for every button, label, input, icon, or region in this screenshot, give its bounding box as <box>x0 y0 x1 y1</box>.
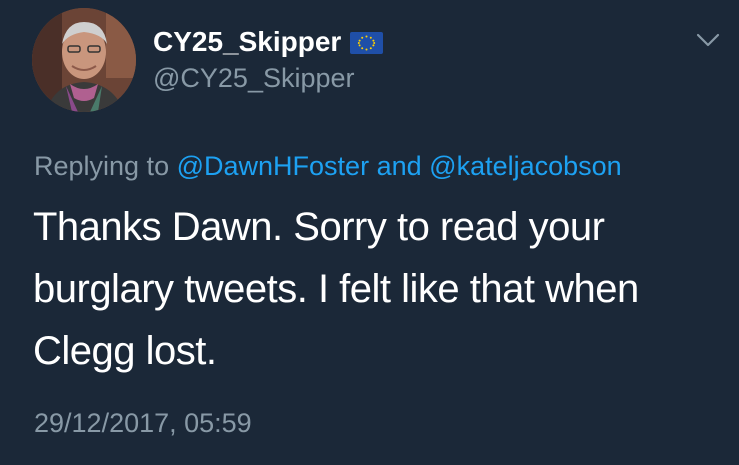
tweet-card: CY25_Skipper @CY25_Skipper Replying to @… <box>0 0 739 465</box>
author-handle[interactable]: @CY25_Skipper <box>153 62 355 94</box>
avatar[interactable] <box>32 8 136 112</box>
eu-flag-icon <box>350 32 384 54</box>
tweet-body-text: Thanks Dawn. Sorry to read your burglary… <box>33 205 639 373</box>
avatar-image <box>32 8 136 112</box>
replying-to-label: Replying to <box>34 151 170 181</box>
reply-conjunction[interactable]: and <box>377 151 422 181</box>
chevron-down-icon[interactable] <box>693 28 723 52</box>
author-name-text[interactable]: CY25_Skipper <box>153 26 341 58</box>
tweet-timestamp[interactable]: 29/12/2017, 05:59 <box>34 406 252 440</box>
replying-to-line: Replying to @DawnHFoster and @kateljacob… <box>34 149 622 183</box>
mention-link-dawnhfoster[interactable]: @DawnHFoster <box>177 151 369 181</box>
mention-link-kateljacobson[interactable]: @kateljacobson <box>429 151 622 181</box>
author-display-name[interactable]: CY25_Skipper <box>153 26 384 58</box>
